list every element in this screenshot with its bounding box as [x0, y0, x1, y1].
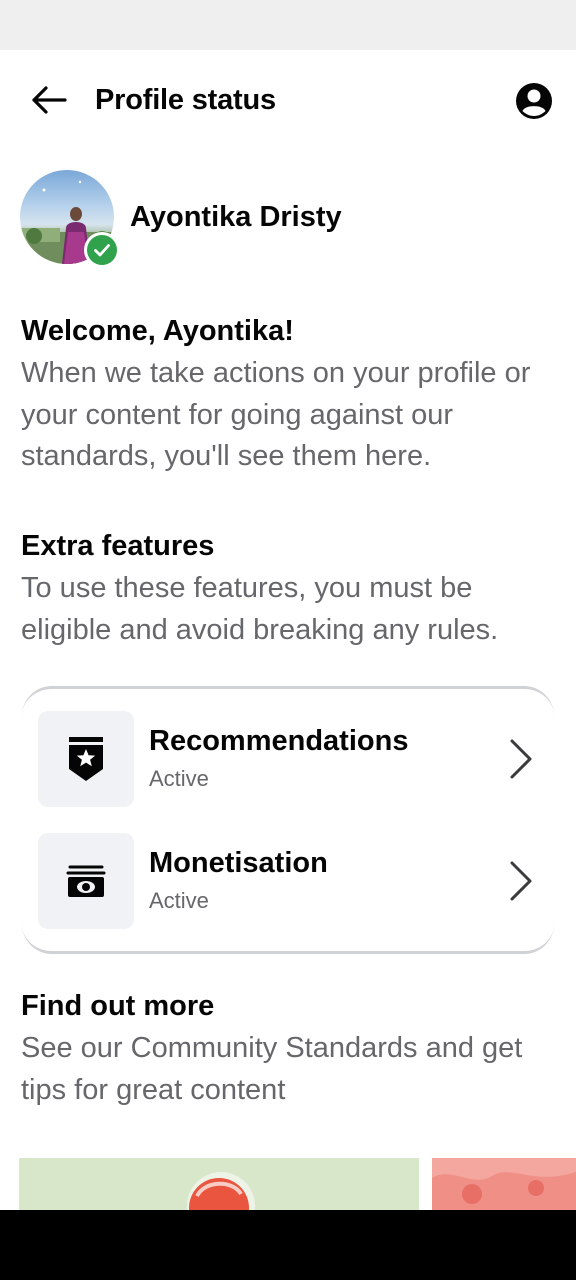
feature-icon-tile — [38, 711, 134, 807]
welcome-body: When we take actions on your profile or … — [21, 357, 531, 472]
content-tips-card[interactable] — [432, 1158, 576, 1210]
extra-features-section: Extra features To use these features, yo… — [21, 528, 561, 651]
page-title: Profile status — [95, 84, 276, 116]
welcome-heading: Welcome, Ayontika! — [21, 315, 294, 347]
illustration — [187, 1172, 255, 1210]
features-card: Recommendations Active Monetisation Acti… — [22, 686, 554, 954]
profile-summary: Ayontika Dristy — [20, 170, 560, 270]
feature-name: Monetisation — [149, 847, 328, 879]
feature-status: Active — [149, 766, 209, 791]
feature-status: Active — [149, 888, 209, 913]
feature-row-recommendations[interactable]: Recommendations Active — [38, 711, 548, 807]
find-out-more-heading: Find out more — [21, 990, 215, 1022]
extra-features-heading: Extra features — [21, 530, 215, 562]
shield-star-icon — [69, 737, 103, 781]
verified-badge — [84, 232, 120, 268]
feature-row-monetisation[interactable]: Monetisation Active — [38, 833, 548, 929]
profile-name: Ayontika Dristy — [130, 201, 342, 233]
extra-features-body: To use these features, you must be eligi… — [21, 572, 499, 646]
check-circle-icon — [87, 235, 117, 265]
chevron-right-icon — [510, 861, 532, 901]
find-out-more-section: Find out more See our Community Standard… — [21, 988, 561, 1111]
system-navigation-bar — [0, 1210, 576, 1280]
header: Profile status — [0, 50, 576, 150]
welcome-section: Welcome, Ayontika! When we take actions … — [21, 313, 561, 478]
community-standards-card[interactable] — [19, 1158, 419, 1210]
money-icon — [66, 865, 106, 897]
chevron-right-icon — [510, 739, 532, 779]
profile-icon — [516, 83, 552, 119]
feature-name: Recommendations — [149, 725, 409, 757]
illustration — [432, 1172, 576, 1210]
status-bar — [0, 0, 576, 50]
feature-icon-tile — [38, 833, 134, 929]
find-out-more-body: See our Community Standards and get tips… — [21, 1032, 523, 1106]
account-button[interactable] — [514, 81, 554, 121]
arrow-left-icon — [32, 86, 67, 114]
back-button[interactable] — [24, 80, 72, 120]
